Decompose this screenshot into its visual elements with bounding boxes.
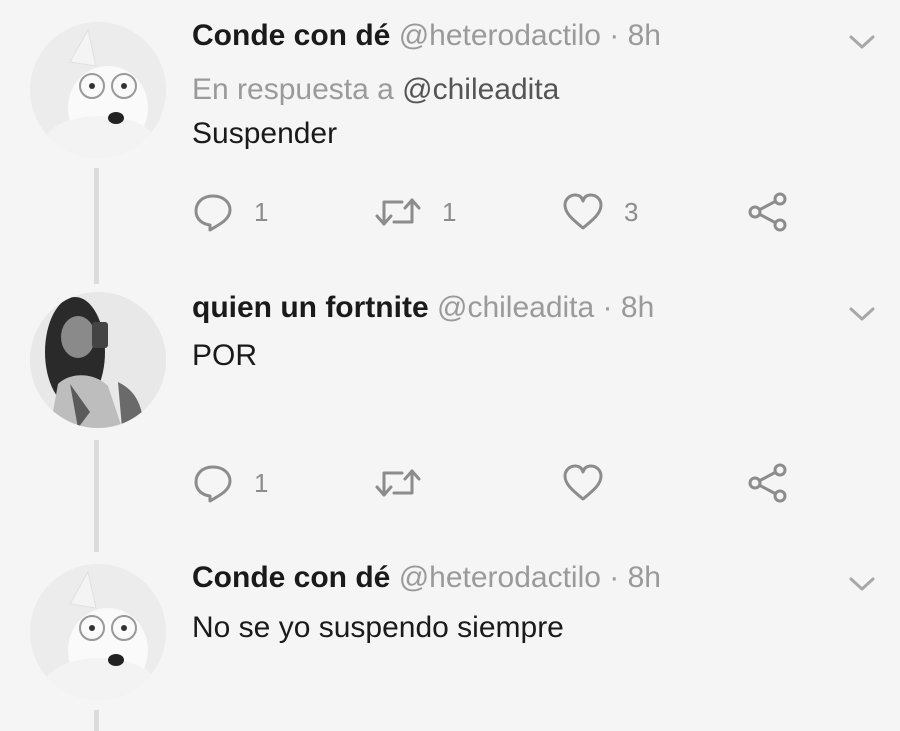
reply-mention-link[interactable]: @chileadita: [402, 73, 559, 106]
reply-count: 1: [254, 196, 269, 227]
share-icon: [748, 192, 787, 232]
share-icon: [748, 463, 787, 503]
reply-button[interactable]: 1: [192, 463, 268, 503]
timestamp[interactable]: 8h: [628, 19, 661, 52]
like-count: 3: [624, 196, 639, 227]
thread-line: [94, 440, 99, 552]
like-button[interactable]: 3: [562, 192, 638, 232]
like-button[interactable]: [562, 463, 624, 503]
tweet-header: Conde con dé @heterodactilo · 8h: [192, 560, 661, 596]
chevron-down-icon[interactable]: [848, 304, 876, 324]
retweet-button[interactable]: [374, 465, 442, 501]
tweet-text: Suspender: [192, 117, 338, 150]
share-button[interactable]: [748, 192, 788, 232]
reply-bubble-icon: [194, 194, 232, 232]
chevron-down-icon[interactable]: [848, 32, 876, 52]
retweet-count: 1: [442, 196, 457, 227]
thread-line: [94, 710, 99, 731]
tweet-text: No se yo suspendo siempre: [192, 611, 564, 644]
dog-avatar-image: [30, 564, 166, 700]
avatar[interactable]: [30, 22, 166, 158]
separator: ·: [609, 19, 620, 52]
handle[interactable]: @heterodactilo: [399, 561, 601, 594]
avatar[interactable]: [30, 292, 166, 428]
share-button[interactable]: [748, 463, 788, 503]
separator: ·: [602, 291, 613, 324]
tweet-text: POR: [192, 339, 258, 372]
heart-icon: [563, 193, 603, 230]
display-name[interactable]: Conde con dé: [192, 19, 390, 52]
avatar[interactable]: [30, 564, 166, 700]
timestamp[interactable]: 8h: [628, 561, 661, 594]
reply-button[interactable]: 1: [192, 192, 268, 232]
heart-icon: [563, 464, 603, 501]
thread-line: [94, 168, 99, 284]
separator: ·: [609, 561, 620, 594]
tweet-header: Conde con dé @heterodactilo · 8h: [192, 18, 661, 54]
reply-count: 1: [254, 467, 269, 498]
handle[interactable]: @heterodactilo: [399, 19, 601, 52]
chevron-down-icon[interactable]: [848, 574, 876, 594]
person-avatar-image: [30, 292, 166, 428]
reply-context: En respuesta a @chileadita: [192, 72, 559, 108]
display-name[interactable]: Conde con dé: [192, 561, 390, 594]
reply-prefix: En respuesta a: [192, 73, 394, 106]
retweet-icon: [375, 469, 421, 497]
retweet-button[interactable]: 1: [374, 194, 456, 230]
handle[interactable]: @chileadita: [437, 291, 594, 324]
tweet-header: quien un fortnite @chileadita · 8h: [192, 290, 654, 326]
dog-avatar-image: [30, 22, 166, 158]
retweet-icon: [375, 198, 421, 226]
timestamp[interactable]: 8h: [621, 291, 654, 324]
reply-bubble-icon: [194, 465, 232, 503]
display-name[interactable]: quien un fortnite: [192, 291, 429, 324]
